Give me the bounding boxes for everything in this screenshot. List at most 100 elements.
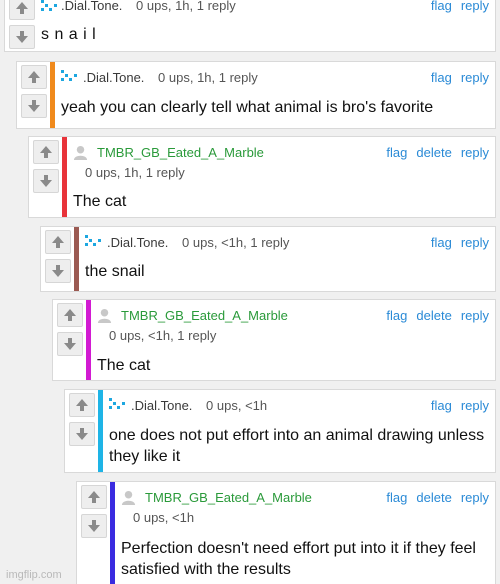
comment-text: one does not put effort into an animal d… (109, 427, 485, 465)
comment-stats: 0 ups, 1h, 1 reply (158, 70, 258, 85)
flag-link[interactable]: flag (431, 398, 452, 413)
upvote-button[interactable] (81, 485, 107, 509)
comment: .Dial.Tone. 0 ups, 1h, 1 reply flag reply… (4, 0, 496, 52)
comment-text: Perfection doesn't need effort put into … (121, 540, 476, 578)
user-avatar[interactable] (85, 235, 101, 249)
upvote-button[interactable] (21, 65, 47, 89)
downvote-button[interactable] (57, 332, 83, 356)
delete-link[interactable]: delete (416, 308, 451, 323)
comment-meta: TMBR_GB_Eated_A_Marble (121, 308, 288, 323)
user-avatar[interactable] (41, 0, 57, 14)
arrow-down-icon (28, 100, 40, 112)
downvote-button[interactable] (45, 259, 71, 283)
comment: .Dial.Tone. 0 ups, <1h flag reply one doe… (64, 389, 496, 473)
default-user-icon (97, 308, 112, 323)
comment-body: .Dial.Tone. 0 ups, 1h, 1 reply flag reply… (41, 0, 489, 43)
default-user-icon (121, 490, 136, 505)
comment-text: the snail (85, 263, 145, 280)
downvote-button[interactable] (81, 514, 107, 538)
flag-link[interactable]: flag (431, 235, 452, 250)
user-avatar[interactable] (97, 308, 112, 323)
arrow-up-icon (40, 146, 52, 158)
vote-controls (65, 390, 99, 446)
comment-text: The cat (73, 193, 127, 210)
vote-controls (29, 137, 63, 193)
arrow-down-icon (76, 428, 88, 440)
user-avatar[interactable] (109, 398, 125, 412)
arrow-down-icon (52, 265, 64, 277)
reply-link[interactable]: reply (461, 398, 489, 413)
reply-link[interactable]: reply (461, 0, 489, 13)
comment-meta: .Dial.Tone. 0 ups, <1h (131, 398, 267, 413)
username-link[interactable]: .Dial.Tone. (61, 0, 122, 13)
comment-actions: flag reply (422, 398, 489, 413)
reply-link[interactable]: reply (461, 308, 489, 323)
flag-link[interactable]: flag (386, 490, 407, 505)
thread-color-bar (50, 62, 55, 128)
user-avatar[interactable] (61, 70, 77, 84)
flag-link[interactable]: flag (386, 145, 407, 160)
reply-link[interactable]: reply (461, 490, 489, 505)
username-link[interactable]: TMBR_GB_Eated_A_Marble (97, 145, 264, 160)
comment: TMBR_GB_Eated_A_Marble flag delete reply 0… (76, 481, 496, 584)
username-link[interactable]: TMBR_GB_Eated_A_Marble (121, 308, 288, 323)
username-link[interactable]: .Dial.Tone. (83, 70, 144, 85)
user-avatar[interactable] (73, 145, 88, 160)
comment-stats: 0 ups, <1h (206, 398, 268, 413)
reply-link[interactable]: reply (461, 70, 489, 85)
downvote-button[interactable] (9, 25, 35, 49)
comment-actions: flag reply (422, 235, 489, 250)
thread-color-bar (74, 227, 79, 291)
upvote-button[interactable] (45, 230, 71, 254)
comment-text: The cat (97, 357, 151, 374)
username-link[interactable]: TMBR_GB_Eated_A_Marble (145, 490, 312, 505)
arrow-up-icon (88, 491, 100, 503)
flag-link[interactable]: flag (431, 70, 452, 85)
comment: .Dial.Tone. 0 ups, <1h, 1 reply flag repl… (40, 226, 496, 292)
arrow-down-icon (64, 338, 76, 350)
upvote-button[interactable] (33, 140, 59, 164)
flag-link[interactable]: flag (431, 0, 452, 13)
delete-link[interactable]: delete (416, 490, 451, 505)
comment-body: .Dial.Tone. 0 ups, 1h, 1 reply flag reply… (61, 62, 489, 116)
comment-meta: .Dial.Tone. 0 ups, 1h, 1 reply (83, 70, 258, 85)
comment-meta: TMBR_GB_Eated_A_Marble (97, 145, 264, 160)
username-link[interactable]: .Dial.Tone. (107, 235, 168, 250)
comment-stats: 0 ups, <1h (133, 510, 195, 525)
comment-body: .Dial.Tone. 0 ups, <1h flag reply one doe… (109, 390, 489, 465)
comment: TMBR_GB_Eated_A_Marble flag delete reply 0… (52, 299, 496, 381)
arrow-up-icon (28, 71, 40, 83)
thread-color-bar (98, 390, 103, 472)
comment-text: yeah you can clearly tell what animal is… (61, 99, 434, 116)
downvote-button[interactable] (69, 422, 95, 446)
comment-meta: TMBR_GB_Eated_A_Marble (145, 490, 312, 505)
user-avatar[interactable] (121, 490, 136, 505)
arrow-up-icon (76, 399, 88, 411)
downvote-button[interactable] (21, 94, 47, 118)
vote-controls (17, 62, 51, 118)
vote-controls (53, 300, 87, 356)
upvote-button[interactable] (69, 393, 95, 417)
watermark: imgflip.com (6, 569, 62, 581)
comment-stats: 0 ups, <1h, 1 reply (109, 328, 217, 343)
comment-meta: .Dial.Tone. 0 ups, 1h, 1 reply (61, 0, 236, 13)
comment-stats: 0 ups, 1h, 1 reply (136, 0, 236, 13)
vote-controls (77, 482, 111, 538)
reply-link[interactable]: reply (461, 235, 489, 250)
upvote-button[interactable] (57, 303, 83, 327)
comment: TMBR_GB_Eated_A_Marble flag delete reply 0… (28, 136, 496, 218)
upvote-button[interactable] (9, 0, 35, 20)
vote-controls (5, 0, 39, 49)
arrow-down-icon (88, 520, 100, 532)
comment-meta: .Dial.Tone. 0 ups, <1h, 1 reply (107, 235, 289, 250)
thread-color-bar (62, 137, 67, 217)
username-link[interactable]: .Dial.Tone. (131, 398, 192, 413)
arrow-down-icon (16, 31, 28, 43)
comment: .Dial.Tone. 0 ups, 1h, 1 reply flag reply… (16, 61, 496, 129)
delete-link[interactable]: delete (416, 145, 451, 160)
downvote-button[interactable] (33, 169, 59, 193)
comment-stats: 0 ups, 1h, 1 reply (85, 165, 185, 180)
reply-link[interactable]: reply (461, 145, 489, 160)
comment-actions: flag reply (422, 0, 489, 13)
flag-link[interactable]: flag (386, 308, 407, 323)
